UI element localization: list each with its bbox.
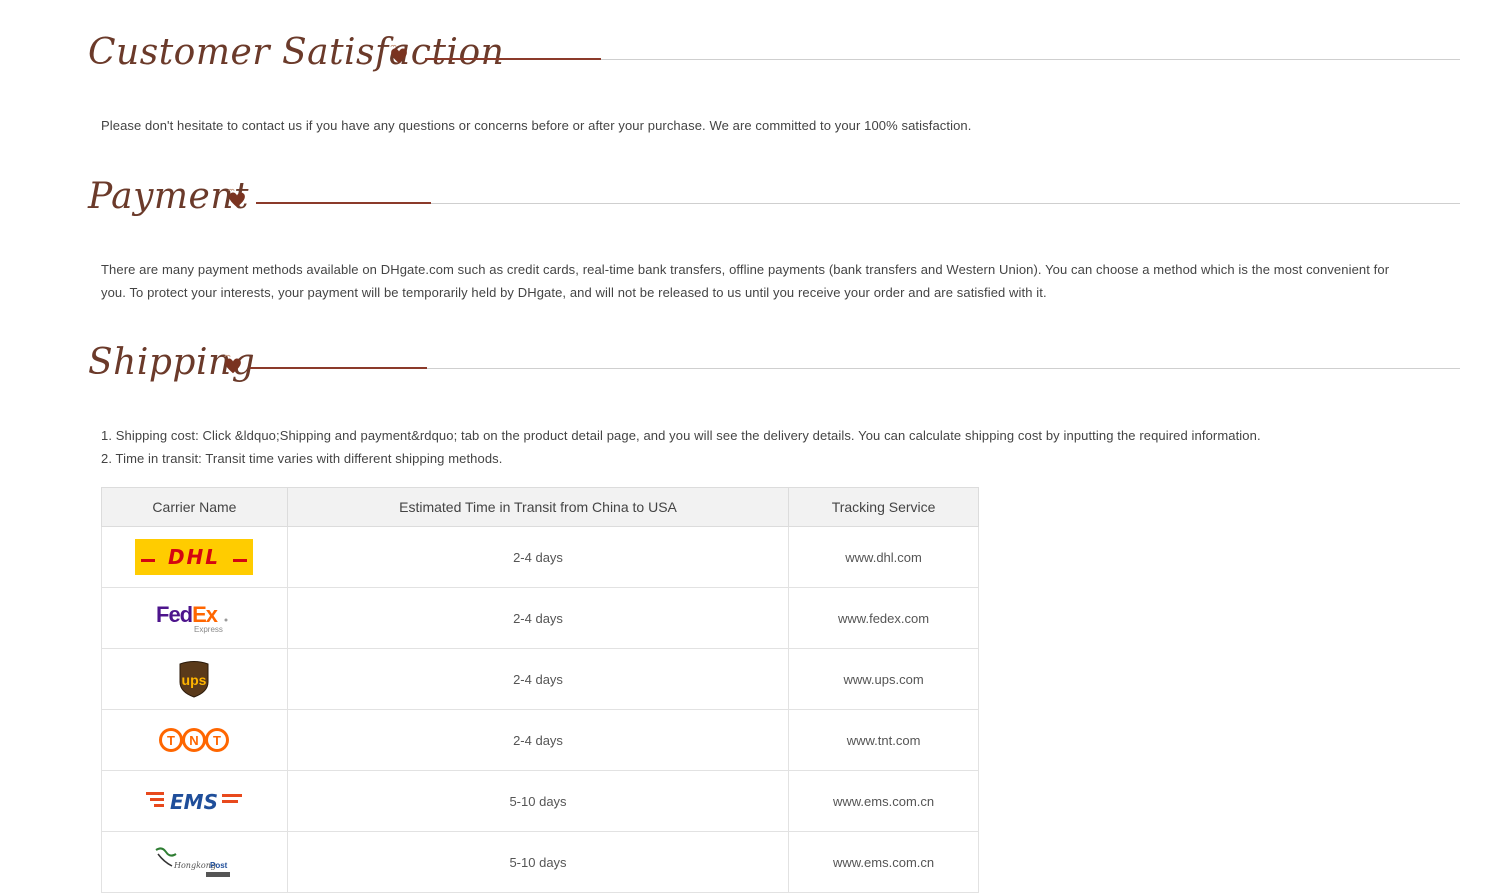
heart-icon: [228, 188, 245, 208]
divider-accent: [425, 58, 601, 60]
hongkong-post-logo: Hongkong Post: [155, 847, 231, 877]
dhl-logo: DHL: [135, 539, 254, 575]
table-row: T N T 2-4 days www.tnt.com: [101, 709, 979, 771]
divider-accent: [256, 202, 431, 204]
transit-time-cell: 2-4 days: [286, 526, 790, 588]
tracking-cell: www.tnt.com: [788, 709, 979, 771]
svg-text:EMS: EMS: [170, 790, 218, 814]
svg-text:N: N: [190, 733, 199, 748]
transit-time-cell: 5-10 days: [286, 770, 790, 832]
tracking-cell: www.ems.com.cn: [788, 831, 979, 893]
ems-logo: EMS: [146, 790, 243, 814]
tracking-cell: www.dhl.com: [788, 526, 979, 588]
shipping-table: Carrier Name Estimated Time in Transit f…: [101, 487, 979, 893]
svg-text:ups: ups: [182, 672, 207, 688]
payment-text: There are many payment methods available…: [101, 262, 1390, 300]
satisfaction-header: Customer Satisfaction: [88, 32, 1460, 92]
shipping-header: Shipping: [88, 342, 1460, 402]
dhl-logo-text: DHL: [168, 545, 220, 569]
payment-header: Payment: [88, 176, 1460, 236]
header-transit-time: Estimated Time in Transit from China to …: [286, 487, 790, 527]
heart-icon: [224, 354, 241, 374]
svg-text:FedEx: FedEx: [156, 602, 219, 627]
svg-text:Post: Post: [210, 861, 228, 870]
table-row: DHL 2-4 days www.dhl.com: [101, 526, 979, 588]
satisfaction-text: Please don't hesitate to contact us if y…: [101, 118, 972, 133]
table-row: EMS 5-10 days www.ems.com.cn: [101, 770, 979, 832]
table-header-row: Carrier Name Estimated Time in Transit f…: [101, 487, 979, 527]
shipping-line-2: 2. Time in transit: Transit time varies …: [101, 451, 503, 466]
divider-line: [250, 368, 1460, 369]
payment-title: Payment: [88, 176, 249, 217]
table-row: FedEx Express 2-4 days www.fedex.com: [101, 587, 979, 649]
fedex-logo: FedEx Express: [156, 602, 228, 634]
svg-text:Express: Express: [194, 625, 223, 634]
transit-time-cell: 2-4 days: [286, 648, 790, 710]
header-tracking-service: Tracking Service: [788, 487, 979, 527]
tracking-cell: www.ems.com.cn: [788, 770, 979, 832]
transit-time-cell: 5-10 days: [286, 831, 790, 893]
header-carrier-name: Carrier Name: [101, 487, 288, 527]
tracking-cell: www.fedex.com: [788, 587, 979, 649]
tracking-cell: www.ups.com: [788, 648, 979, 710]
transit-time-cell: 2-4 days: [286, 709, 790, 771]
satisfaction-title: Customer Satisfaction: [88, 32, 505, 73]
table-row: ups 2-4 days www.ups.com: [101, 648, 979, 710]
heart-icon: [390, 44, 407, 64]
divider-line: [256, 203, 1460, 204]
svg-text:T: T: [213, 733, 221, 748]
svg-text:T: T: [167, 733, 175, 748]
shipping-line-1: 1. Shipping cost: Click &ldquo;Shipping …: [101, 428, 1261, 443]
tnt-logo: T N T: [159, 728, 230, 752]
ups-logo: ups: [179, 661, 209, 698]
divider-accent: [250, 367, 427, 369]
table-row: Hongkong Post 5-10 days www.ems.com.cn: [101, 831, 979, 893]
transit-time-cell: 2-4 days: [286, 587, 790, 649]
